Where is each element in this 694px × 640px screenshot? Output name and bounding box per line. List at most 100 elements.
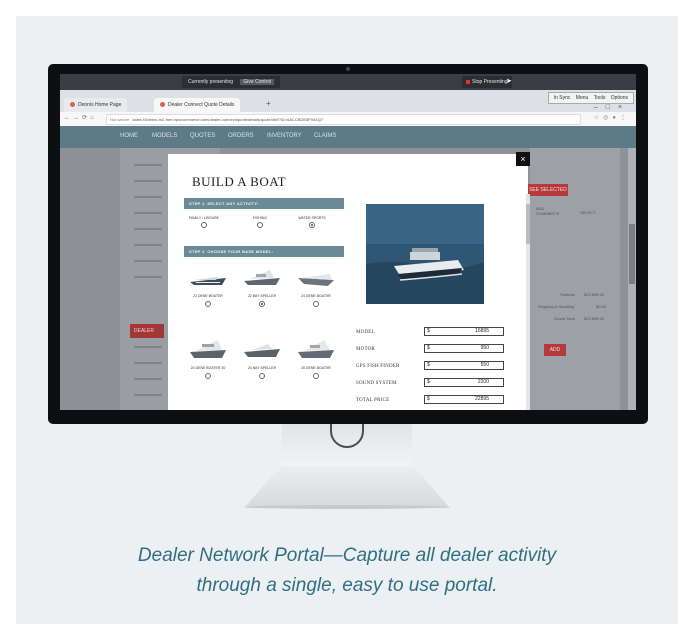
url-field[interactable]: Not secure sales.h3demo-m2-free.epiccomm… [106,114,581,125]
activity-fishing-radio[interactable] [257,222,263,228]
model-radio[interactable] [205,373,211,379]
activity-watersports-radio[interactable] [309,222,315,228]
dealer-tab[interactable]: DEALER [130,324,164,338]
not-secure-label: Not secure [110,117,130,122]
price-row-label: TOTAL PRICE [356,398,390,403]
col-select: SELECT [580,210,596,215]
boat-model-image[interactable] [188,336,228,360]
price-value: 2200 [477,379,489,385]
model-radio[interactable] [205,301,211,307]
boat-model-image[interactable] [296,336,336,360]
nav-quotes[interactable]: QUOTES [190,133,215,139]
price-input-sound[interactable]: $2200 [424,378,504,387]
give-control-button[interactable]: Give Control [240,79,275,85]
activity-family-radio[interactable] [201,222,207,228]
favicon-icon [160,102,165,108]
price-value: 550 [480,362,489,368]
new-tab-icon[interactable]: + [266,99,271,108]
sidebar-line [134,394,162,396]
options-button[interactable]: Options [611,95,628,101]
camera-dot [346,67,350,71]
model-label: 24 BAY SPELLER [247,366,277,370]
model-label: 22 BAY SPELLER [247,294,277,298]
nav-buttons[interactable]: ←→⟳⌂ [64,114,97,121]
model-radio[interactable] [259,301,265,307]
step-2-header: STEP 2. CHOOSE YOUR BASE MODEL: [184,246,344,257]
tools-button[interactable]: Tools [594,95,606,101]
grand-total-label: Grand Total [554,316,575,321]
model-label: 24 DENE BOATER 30 [190,366,226,370]
modal-title: BUILD A BOAT [192,174,287,189]
browser-tab-home[interactable]: Dennis Home Page [64,98,128,112]
currency-symbol: $ [427,396,430,402]
stop-presenting-label: Stop Presenting [472,79,508,85]
sidebar-line [134,346,162,348]
model-label: 22 DENE BOATER [193,294,223,298]
nav-claims[interactable]: CLAIMS [314,133,336,139]
caption-line-2: through a single, easy to use portal. [196,575,498,596]
stand-shadow [248,505,446,509]
model-label: 26 DENE BOATER [301,366,331,370]
sidebar-line [134,378,162,380]
modal-scrollbar-thumb[interactable] [526,204,530,244]
close-icon[interactable]: × [516,152,530,166]
sidebar-line [134,362,162,364]
model-radio[interactable] [313,301,319,307]
record-icon [466,79,470,84]
window-buttons[interactable]: –□× [594,104,630,111]
sidebar-line [134,212,162,214]
price-input-gps[interactable]: $550 [424,361,504,370]
presenting-label: Currently presenting [188,79,234,85]
sidebar-line [134,196,162,198]
boat-model-image[interactable] [296,266,336,288]
page-scrollbar-thumb[interactable] [629,224,635,284]
price-input-model[interactable]: $16895 [424,327,504,336]
boat-model-image[interactable] [242,338,282,360]
nav-orders[interactable]: ORDERS [228,133,254,139]
nav-home[interactable]: HOME [120,133,138,139]
tab-label: Dealer Connect Quote Details [168,102,235,108]
screen-share-bar: Currently presenting Give Control Stop P… [60,74,636,90]
price-row-label: MOTOR [356,347,375,352]
model-radio[interactable] [259,373,265,379]
nav-models[interactable]: MODELS [152,133,177,139]
subtotal-value: $22,895.00 [584,292,605,297]
in-sync-button[interactable]: In Sync [554,95,571,101]
col-comments: ADD COMMENTS [536,206,560,216]
currency-symbol: $ [427,379,430,385]
browser-tab-quote[interactable]: Dealer Connect Quote Details [154,98,241,112]
see-selected-button[interactable]: SEE SELECTED [528,184,568,196]
price-value: 22895 [475,396,489,402]
price-input-motor[interactable]: $950 [424,344,504,353]
currency-symbol: $ [427,362,430,368]
stop-presenting-button[interactable]: Stop Presenting [462,76,512,88]
currency-symbol: $ [427,328,430,334]
address-bar-row: ←→⟳⌂ Not secure sales.h3demo-m2-free.epi… [60,112,636,127]
cursor-icon: ➤ [506,78,512,85]
subtotal-label: Subtotal [560,292,575,297]
add-button[interactable]: ADD [544,344,566,356]
sidebar-line [134,164,162,166]
menu-button[interactable]: Menu [576,95,589,101]
shipping-label: Shipping & Handling [538,304,575,309]
price-value: 16895 [475,328,489,334]
boat-model-image[interactable] [188,270,228,288]
currency-symbol: $ [427,345,430,351]
boat-photo [366,204,484,304]
shipping-value: $0.00 [596,304,607,309]
price-row-label: SOUND SYSTEM [356,381,397,386]
boat-model-image[interactable] [242,266,282,288]
url-text: sales.h3demo-m2-free.epiccommerce.com/de… [132,117,324,122]
activity-family-label: FAMILY / LEISURE [188,216,220,220]
activity-watersports-label: WATER SPORTS [298,216,326,220]
extension-icons[interactable]: ☆◎●⋮ [594,114,630,121]
nav-inventory[interactable]: INVENTORY [267,133,302,139]
model-radio[interactable] [313,373,319,379]
caption-line-1: Dealer Network Portal—Capture all dealer… [137,545,557,566]
price-row-label: MODEL [356,330,375,335]
sidebar-line [134,228,162,230]
screen: Currently presenting Give Control Stop P… [60,74,636,410]
price-input-total[interactable]: $22895 [424,395,504,404]
model-label: 24 DENE BOATER [301,294,331,298]
favicon-icon [70,102,75,108]
